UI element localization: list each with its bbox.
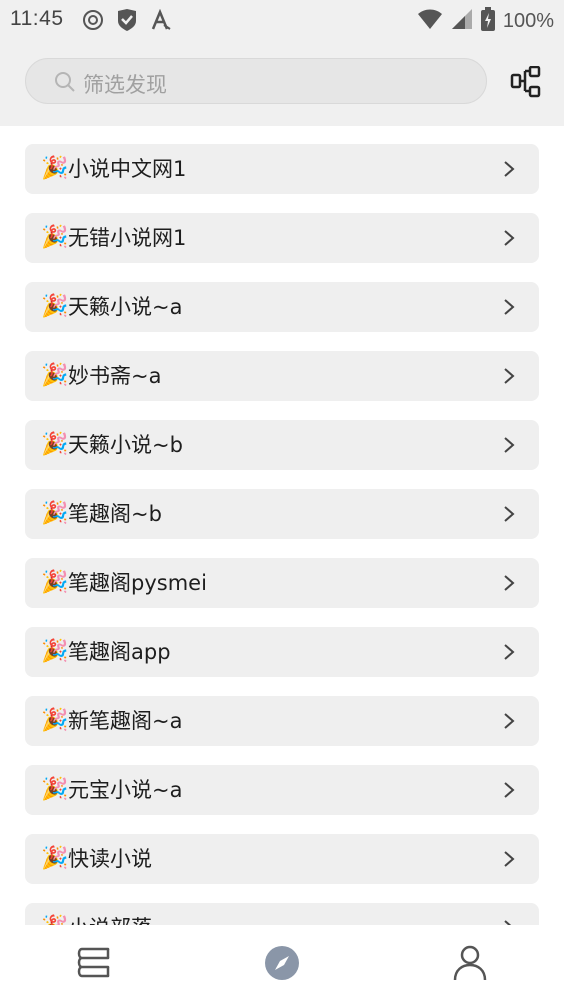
at-sign-icon [82, 9, 104, 35]
search-input[interactable]: 筛选发现 [25, 58, 487, 104]
party-popper-icon: 🎉 [41, 708, 69, 733]
status-bar: 11:45 100% [0, 0, 564, 40]
list-item[interactable]: 🎉 天籁小说~a [25, 282, 539, 332]
list-item-label: 天籁小说~b [68, 433, 183, 457]
source-list: 🎉 小说中文网1 🎉 无错小说网1 🎉 天籁小说~a 🎉 妙书斋~a 🎉 天籁小… [0, 126, 564, 926]
bottom-navigation [0, 925, 564, 1004]
chevron-right-icon [503, 712, 515, 734]
list-item-label: 无错小说网1 [68, 226, 187, 250]
party-popper-icon: 🎉 [41, 363, 69, 388]
cellular-signal-icon [451, 8, 473, 34]
party-popper-icon: 🎉 [41, 156, 69, 181]
wifi-icon [417, 8, 443, 34]
party-popper-icon: 🎉 [41, 570, 69, 595]
list-item-label: 笔趣阁pysmei [68, 571, 207, 595]
party-popper-icon: 🎉 [41, 432, 69, 457]
chevron-right-icon [503, 367, 515, 389]
chevron-right-icon [503, 850, 515, 872]
chevron-right-icon [503, 781, 515, 803]
discover-header: 筛选发现 [0, 40, 564, 126]
list-item[interactable]: 🎉 元宝小说~a [25, 765, 539, 815]
chevron-right-icon [503, 298, 515, 320]
list-item[interactable]: 🎉 小说中文网1 [25, 144, 539, 194]
list-item-label: 小说中文网1 [68, 157, 187, 181]
list-item-label: 笔趣阁app [68, 640, 171, 664]
tab-bookshelf[interactable] [74, 943, 114, 983]
party-popper-icon: 🎉 [41, 501, 69, 526]
list-item-label: 新笔趣阁~a [68, 709, 183, 733]
chevron-right-icon [503, 643, 515, 665]
chevron-right-icon [503, 574, 515, 596]
search-placeholder: 筛选发现 [83, 73, 167, 97]
battery-percentage: 100% [502, 9, 554, 32]
tab-discover[interactable] [262, 943, 302, 983]
chevron-right-icon [503, 436, 515, 458]
tab-profile[interactable] [450, 943, 490, 983]
list-item-label: 妙书斋~a [68, 364, 162, 388]
bookshelf-icon [77, 947, 110, 978]
list-item[interactable]: 🎉 无错小说网1 [25, 213, 539, 263]
list-item-label: 快读小说 [68, 847, 152, 871]
party-popper-icon: 🎉 [41, 294, 69, 319]
status-system-icons: 100% [417, 7, 554, 35]
battery-charging-icon [480, 7, 495, 35]
group-manage-button[interactable] [510, 65, 542, 98]
list-item[interactable]: 🎉 快读小说 [25, 834, 539, 884]
chevron-right-icon [503, 160, 515, 182]
chevron-right-icon [503, 505, 515, 527]
list-item[interactable]: 🎉 小说部落 [25, 903, 539, 926]
list-item[interactable]: 🎉 笔趣阁app [25, 627, 539, 677]
tree-structure-icon [510, 65, 541, 98]
party-popper-icon: 🎉 [41, 846, 69, 871]
a-font-icon [150, 8, 172, 35]
list-item[interactable]: 🎉 新笔趣阁~a [25, 696, 539, 746]
list-item-label: 天籁小说~a [68, 295, 183, 319]
list-item[interactable]: 🎉 笔趣阁pysmei [25, 558, 539, 608]
search-icon [54, 71, 76, 97]
status-time: 11:45 [10, 7, 64, 30]
shield-check-icon [116, 8, 138, 36]
chevron-right-icon [503, 229, 515, 251]
list-item[interactable]: 🎉 天籁小说~b [25, 420, 539, 470]
list-item[interactable]: 🎉 笔趣阁~b [25, 489, 539, 539]
list-item-label: 笔趣阁~b [68, 502, 162, 526]
status-notification-icons [82, 8, 172, 36]
list-item[interactable]: 🎉 妙书斋~a [25, 351, 539, 401]
person-icon [453, 945, 487, 981]
compass-icon [265, 946, 299, 980]
list-item-label: 元宝小说~a [68, 778, 183, 802]
party-popper-icon: 🎉 [41, 777, 69, 802]
party-popper-icon: 🎉 [41, 639, 69, 664]
party-popper-icon: 🎉 [41, 225, 69, 250]
